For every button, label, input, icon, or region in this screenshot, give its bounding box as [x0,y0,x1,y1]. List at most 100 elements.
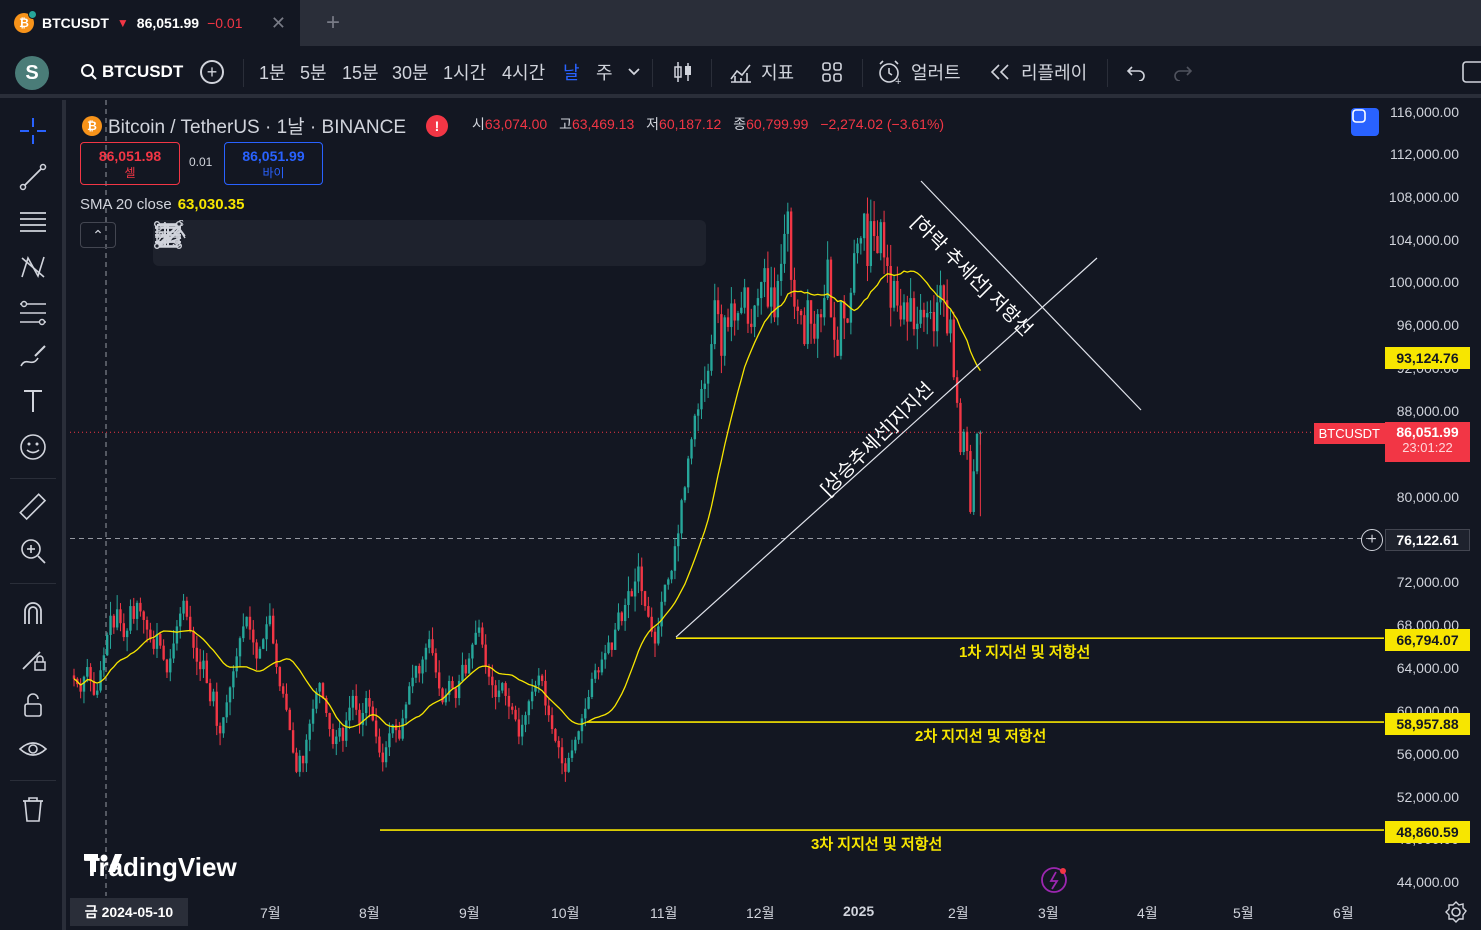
time-axis-label: 2025 [843,903,875,919]
candle-body [182,600,185,614]
candle-body [700,388,703,410]
candle-type-icon[interactable] [672,46,694,98]
warning-icon[interactable]: ! [426,114,448,137]
level1-label[interactable]: 1차 지지선 및 저항선 [959,641,1090,662]
parallel-channel-icon[interactable] [155,225,315,261]
anchored-text-icon[interactable] [157,224,699,261]
lock-drawing-icon[interactable] [16,642,50,676]
trend-line-icon[interactable] [16,160,50,194]
crosshair-icon[interactable] [16,114,50,148]
compare-button[interactable]: + [200,46,224,98]
candle-body [421,659,424,674]
price-range-icon[interactable] [155,225,555,261]
replay-button[interactable]: 리플레이 [989,46,1087,98]
brush-icon[interactable] [16,340,50,374]
candle-body [584,708,587,719]
candle-body [222,717,225,734]
candle-body [494,685,497,697]
candle-body [278,667,282,687]
text-icon[interactable] [159,224,651,261]
candle-body [424,647,428,660]
time-axis-label: 12월 [746,905,775,921]
price-axis-label: 80,000.00 [1396,489,1459,505]
sell-button[interactable]: 86,051.98 셀 [80,142,180,185]
emoji-icon[interactable] [16,430,50,464]
time-crosshair-tag: 금 2024-05-10 [70,898,188,926]
interval-1h[interactable]: 1시간 [443,46,486,98]
fib-fan-icon[interactable] [156,223,363,261]
horizontal-ray-icon[interactable] [155,225,267,261]
floating-drawing-toolbar: ⠿ 15 AC [153,220,706,266]
pattern-icon[interactable] [16,250,50,284]
interval-week[interactable]: 주 [596,46,613,98]
candle-body [328,713,331,730]
candle-body [438,672,441,689]
close-key: 종 [733,116,747,132]
indicators-icon [730,64,751,83]
fullscreen-icon[interactable] [1462,46,1481,98]
close-value: 60,799.99 [746,116,809,132]
chart-tab[interactable]: ₿ BTCUSDT ▼ 86,051.99 −0.01 ✕ [0,0,300,46]
alert-button[interactable]: + 얼러트 [877,46,961,98]
collapse-legend-icon[interactable]: ⌃ [80,222,116,248]
chart-pane[interactable]: ₿ Bitcoin / TetherUS · 1날 · BINANCE ! 시6… [70,100,1481,930]
date-range-icon[interactable] [155,224,507,261]
candle-body [773,287,776,318]
indicators-button[interactable]: 지표 [729,46,794,98]
candle-body [404,704,408,719]
interval-5m[interactable]: 5분 [300,46,327,98]
candle-body [876,236,879,254]
symbol-search-button[interactable]: BTCUSDT [80,46,183,98]
candle-body [345,720,348,741]
ruler-icon[interactable] [16,490,50,524]
candle-body [594,670,597,679]
top-toolbar: S BTCUSDT + 1분 5분 15분 30분 1시간 4시간 날 주 지표 [0,46,1481,98]
new-tab-icon[interactable]: + [318,8,348,38]
add-crosshair-icon[interactable]: + [1361,529,1383,551]
level3-label[interactable]: 3차 지지선 및 저항선 [811,833,942,854]
candle-body [716,300,720,315]
trash-icon[interactable] [16,792,50,826]
redo-icon[interactable] [1173,46,1193,98]
level2-label[interactable]: 2차 지지선 및 저항선 [915,725,1046,746]
close-tab-icon[interactable]: ✕ [271,13,286,34]
elliott-wave-icon[interactable]: 15 [154,220,411,261]
sync-icon[interactable] [1351,108,1379,136]
eye-icon[interactable] [16,732,50,766]
candle-body [909,298,912,322]
interval-15m[interactable]: 15분 [342,46,379,98]
zoom-in-icon[interactable] [16,534,50,568]
candle-body [189,616,192,631]
abcd-pattern-icon[interactable]: AC [154,220,459,261]
sma-legend[interactable]: SMA 20 close 63,030.35 [80,196,244,213]
interval-1m[interactable]: 1분 [259,46,286,98]
buy-button[interactable]: 86,051.99 바이 [224,142,323,185]
candle-body [414,665,418,678]
interval-day[interactable]: 날 [563,46,580,98]
tradingview-logo[interactable]: TradingView [84,852,237,883]
candle-body [816,314,819,339]
user-avatar[interactable]: S [15,56,49,90]
layout-grid-icon[interactable] [820,46,844,98]
magnet-icon[interactable] [16,596,50,630]
candle-body [869,221,872,266]
candle-body [228,687,232,703]
unlock-icon[interactable] [16,688,50,722]
rectangle-icon[interactable] [154,221,603,261]
interval-30m[interactable]: 30분 [392,46,429,98]
text-tool-icon[interactable] [16,384,50,418]
horizontal-lines-icon[interactable] [16,204,50,238]
candle-body [212,691,215,702]
candle-body [530,691,534,702]
trendline-tool-icon[interactable] [155,222,219,261]
candle-body [119,609,122,624]
candle-body [384,747,388,763]
candle-body [733,303,736,321]
fib-retracement-icon[interactable] [16,296,50,330]
candle-body [159,633,162,646]
interval-dropdown-icon[interactable] [627,46,641,98]
undo-icon[interactable] [1126,46,1146,98]
tab-change: −0.01 [207,15,243,31]
interval-4h[interactable]: 4시간 [502,46,545,98]
candle-body [491,676,494,686]
